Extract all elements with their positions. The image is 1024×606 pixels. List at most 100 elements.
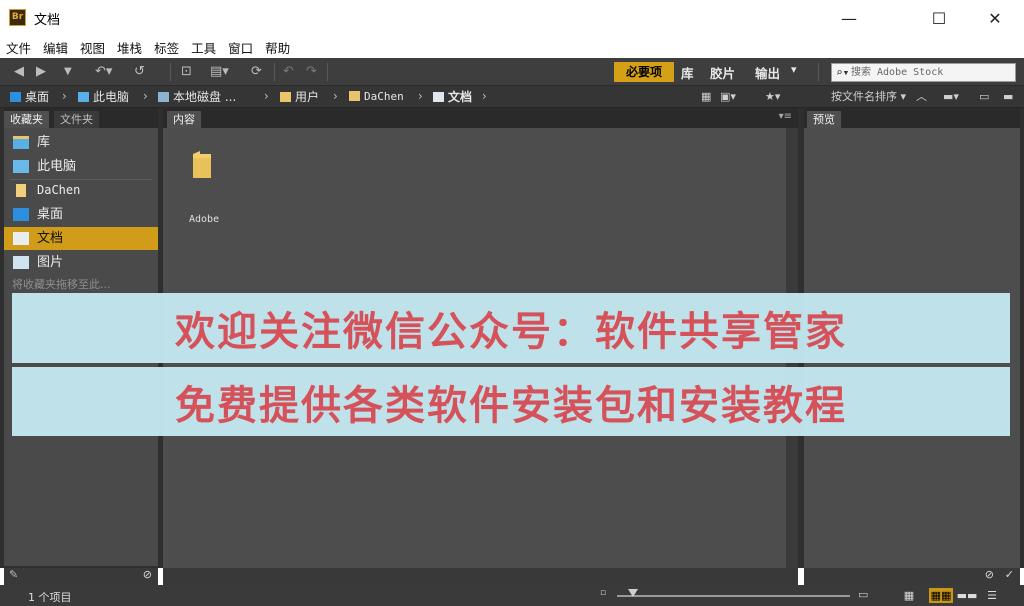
toolbar-separator [274, 63, 275, 81]
favorite-desktop[interactable]: 桌面 [4, 203, 158, 226]
open-recent-folder-icon[interactable]: ▬▾ [943, 89, 959, 105]
breadcrumb-this-pc[interactable]: 此电脑 [78, 89, 129, 105]
tab-favorites[interactable]: 收藏夹 [4, 111, 49, 128]
search-input[interactable]: ⌕▾ 搜索 Adobe Stock [831, 63, 1016, 82]
breadcrumb-local-disk[interactable]: 本地磁盘 ... [158, 89, 236, 105]
rotate-icon[interactable]: ↺ [134, 64, 145, 80]
return-to-app-icon[interactable]: ↶▾ [95, 64, 112, 80]
cancel-icon[interactable]: ⊘ [985, 568, 994, 581]
rotate-right-icon[interactable]: ↷ [306, 64, 317, 80]
rotate-left-icon[interactable]: ↶ [283, 64, 294, 80]
promo-banner-line2: 免费提供各类软件安装包和安装教程 [12, 367, 1010, 436]
breadcrumb-desktop[interactable]: 桌面 [10, 89, 49, 105]
toolbar-separator [818, 63, 819, 81]
workspace-dropdown-icon[interactable]: ▾ [791, 63, 797, 76]
window-title: 文档 [34, 13, 61, 28]
content-tabstrip: 内容 ▾≡ [163, 108, 798, 128]
folder-thumbnail[interactable] [191, 150, 213, 180]
favorite-this-pc[interactable]: 此电脑 [4, 155, 158, 178]
quality-options-icon[interactable]: ▦ [701, 89, 711, 105]
favorites-drop-hint: 将收藏夹拖移至此... [12, 278, 111, 291]
menu-file[interactable]: 文件 [6, 38, 31, 57]
minimize-button[interactable]: — [826, 0, 872, 36]
delete-icon[interactable]: ▬ [1003, 89, 1013, 105]
history-dropdown-icon[interactable]: ▼ [64, 64, 72, 80]
library-icon [13, 136, 29, 149]
favorite-documents[interactable]: 文档 [4, 227, 158, 250]
tab-folders[interactable]: 文件夹 [54, 111, 99, 128]
chevron-right-icon: › [333, 89, 338, 103]
content-footer [163, 568, 798, 585]
view-list-button[interactable]: ☰ [981, 588, 1003, 603]
computer-icon [78, 92, 89, 102]
zoom-out-icon[interactable]: ▫ [600, 588, 606, 598]
desktop-icon [13, 208, 29, 221]
tab-preview[interactable]: 预览 [807, 111, 841, 128]
preview-tabstrip: 预览 [804, 108, 1020, 128]
promo-banner-line1: 欢迎关注微信公众号：软件共享管家 [12, 293, 1010, 363]
title-bar: Br 文档 — ☐ ✕ [0, 0, 1024, 36]
tab-content[interactable]: 内容 [167, 111, 201, 128]
bridge-app-icon: Br [9, 9, 26, 26]
breadcrumb-documents[interactable]: 文档 [433, 89, 472, 105]
menu-tools[interactable]: 工具 [191, 38, 216, 57]
desktop-icon [10, 92, 21, 102]
workspace-essentials[interactable]: 必要项 [614, 62, 674, 82]
sort-ascending-icon[interactable]: ︿ [916, 89, 927, 105]
new-folder-icon[interactable]: ▭ [979, 89, 989, 105]
close-button[interactable]: ✕ [972, 0, 1018, 36]
folder-name-label: Adobe [189, 214, 220, 225]
forward-arrow-icon[interactable]: ▶ [36, 64, 46, 80]
chevron-right-icon: › [418, 89, 423, 103]
panel-menu-icon[interactable]: ▾≡ [779, 111, 792, 122]
thumbnail-size-slider[interactable] [617, 595, 850, 597]
workspace-filmstrip[interactable]: 胶片 [710, 63, 735, 82]
favorite-dachen[interactable]: DaChen [4, 179, 158, 202]
checkmark-icon[interactable]: ✓ [1005, 568, 1014, 581]
toolbar-separator [327, 63, 328, 81]
menu-bar: 文件 编辑 视图 堆栈 标签 工具 窗口 帮助 [0, 36, 1024, 58]
computer-icon [13, 160, 29, 173]
chevron-right-icon: › [62, 89, 67, 103]
pin-icon[interactable]: ✎ [9, 568, 18, 581]
view-thumbnails-button[interactable]: ▦▦ [929, 588, 953, 603]
breadcrumb-users[interactable]: 用户 [280, 89, 319, 105]
star-filter-icon[interactable]: ★▾ [765, 89, 780, 105]
folder-icon [280, 92, 291, 102]
get-photos-icon[interactable]: ⊡ [181, 64, 192, 80]
disk-icon [158, 92, 169, 102]
workspace-output[interactable]: 输出 [755, 63, 780, 82]
favorite-pictures[interactable]: 图片 [4, 251, 158, 274]
zoom-in-icon[interactable]: ▭ [858, 588, 868, 601]
view-details-button[interactable]: ▬▬ [956, 588, 978, 603]
sort-dropdown[interactable]: 按文件名排序 ▾ [831, 89, 906, 105]
menu-view[interactable]: 视图 [80, 38, 105, 57]
cancel-icon[interactable]: ⊘ [143, 568, 152, 581]
menu-label[interactable]: 标签 [154, 38, 179, 57]
thumbnail-view-icon[interactable]: ▣▾ [720, 89, 736, 105]
back-arrow-icon[interactable]: ◀ [14, 64, 24, 80]
folder-front [193, 158, 211, 178]
menu-edit[interactable]: 编辑 [43, 38, 68, 57]
folder-icon [349, 91, 360, 101]
breadcrumb-dachen[interactable]: DaChen [349, 89, 404, 105]
menu-window[interactable]: 窗口 [228, 38, 253, 57]
grid-lock-icon[interactable]: ▦ [899, 588, 919, 603]
preview-footer: ⊘ ✓ [804, 568, 1020, 585]
documents-icon [433, 92, 444, 102]
favorite-library[interactable]: 库 [4, 131, 158, 154]
slider-thumb[interactable] [628, 589, 638, 597]
menu-help[interactable]: 帮助 [265, 38, 290, 57]
refine-icon[interactable]: ▤▾ [210, 64, 229, 80]
open-in-camera-raw-icon[interactable]: ⟳ [251, 64, 262, 80]
app-toolbar: ◀ ▶ ▼ ↶▾ ↺ ⊡ ▤▾ ⟳ ↶ ↷ 必要项 库 胶片 输出 ▾ ⌕▾ 搜… [0, 58, 1024, 86]
workspace-library[interactable]: 库 [681, 63, 694, 82]
favorites-tabstrip: 收藏夹 文件夹 [4, 108, 158, 128]
chevron-right-icon: › [482, 89, 487, 103]
chevron-right-icon: › [264, 89, 269, 103]
item-count: 1 个项目 [28, 591, 72, 604]
maximize-button[interactable]: ☐ [916, 0, 962, 36]
favorites-footer: ✎ ⊘ [4, 568, 158, 585]
status-bar: 1 个项目 ▫ ▭ ▦ ▦▦ ▬▬ ☰ [0, 585, 1024, 606]
menu-stack[interactable]: 堆栈 [117, 38, 142, 57]
